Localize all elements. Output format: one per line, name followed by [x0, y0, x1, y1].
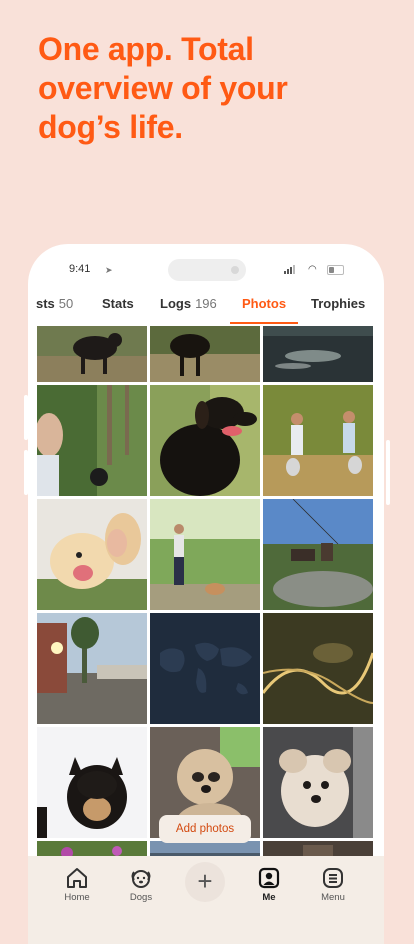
bottom-nav: Home Dogs + Me Menu [28, 856, 384, 944]
battery-icon [327, 265, 344, 275]
phone-side-button-right [386, 440, 390, 505]
photo-grid [37, 326, 375, 863]
house-icon [67, 868, 87, 888]
photo-thumbnail[interactable] [37, 613, 147, 724]
dynamic-island [168, 259, 246, 281]
plus-icon[interactable]: + [185, 862, 225, 902]
photo-thumbnail[interactable] [150, 499, 260, 610]
profile-tabs: sts 50 Stats Logs 196 Photos Trophies [28, 294, 384, 326]
dog-face-icon [131, 870, 151, 888]
nav-home[interactable]: Home [47, 866, 107, 903]
status-time: 9:41 [69, 263, 91, 275]
photo-thumbnail[interactable] [263, 499, 373, 610]
status-bar: 9:41 ➤ ◠ [28, 244, 384, 294]
add-photos-button[interactable]: Add photos [159, 815, 251, 843]
nav-home-label: Home [64, 892, 90, 903]
nav-menu[interactable]: Menu [303, 866, 363, 903]
tab-logs[interactable]: Logs 196 [160, 296, 217, 311]
tab-posts[interactable]: sts 50 [36, 296, 73, 311]
tab-photos[interactable]: Photos [242, 296, 286, 311]
nav-me-label: Me [262, 892, 276, 903]
headline: One app. Total overview of your dog’s li… [38, 31, 288, 145]
photo-thumbnail[interactable] [263, 727, 373, 838]
photo-thumbnail[interactable] [37, 385, 147, 496]
wifi-icon: ◠ [308, 264, 317, 275]
nav-me[interactable]: Me [239, 866, 299, 903]
camera-dot [231, 266, 239, 274]
photo-thumbnail[interactable] [37, 727, 147, 838]
photo-thumbnail[interactable] [37, 499, 147, 610]
photo-thumbnail[interactable] [150, 326, 260, 382]
nav-dogs-label: Dogs [129, 892, 153, 903]
tab-stats[interactable]: Stats [102, 296, 134, 311]
photo-thumbnail[interactable] [263, 385, 373, 496]
person-icon [258, 867, 280, 889]
phone-screen: 9:41 ➤ ◠ sts 50 Stats Logs 196 Photos Trop… [28, 244, 384, 944]
signal-icon [284, 265, 295, 274]
photo-thumbnail[interactable] [150, 613, 260, 724]
photo-thumbnail[interactable] [263, 613, 373, 724]
location-arrow-icon: ➤ [105, 265, 113, 275]
photo-thumbnail[interactable] [150, 385, 260, 496]
nav-dogs[interactable]: Dogs [111, 866, 171, 903]
active-tab-indicator [230, 322, 298, 324]
tab-trophies[interactable]: Trophies [311, 296, 365, 311]
photo-thumbnail[interactable] [263, 326, 373, 382]
photo-thumbnail[interactable] [37, 326, 147, 382]
nav-menu-label: Menu [321, 892, 345, 903]
menu-icon [323, 868, 343, 888]
